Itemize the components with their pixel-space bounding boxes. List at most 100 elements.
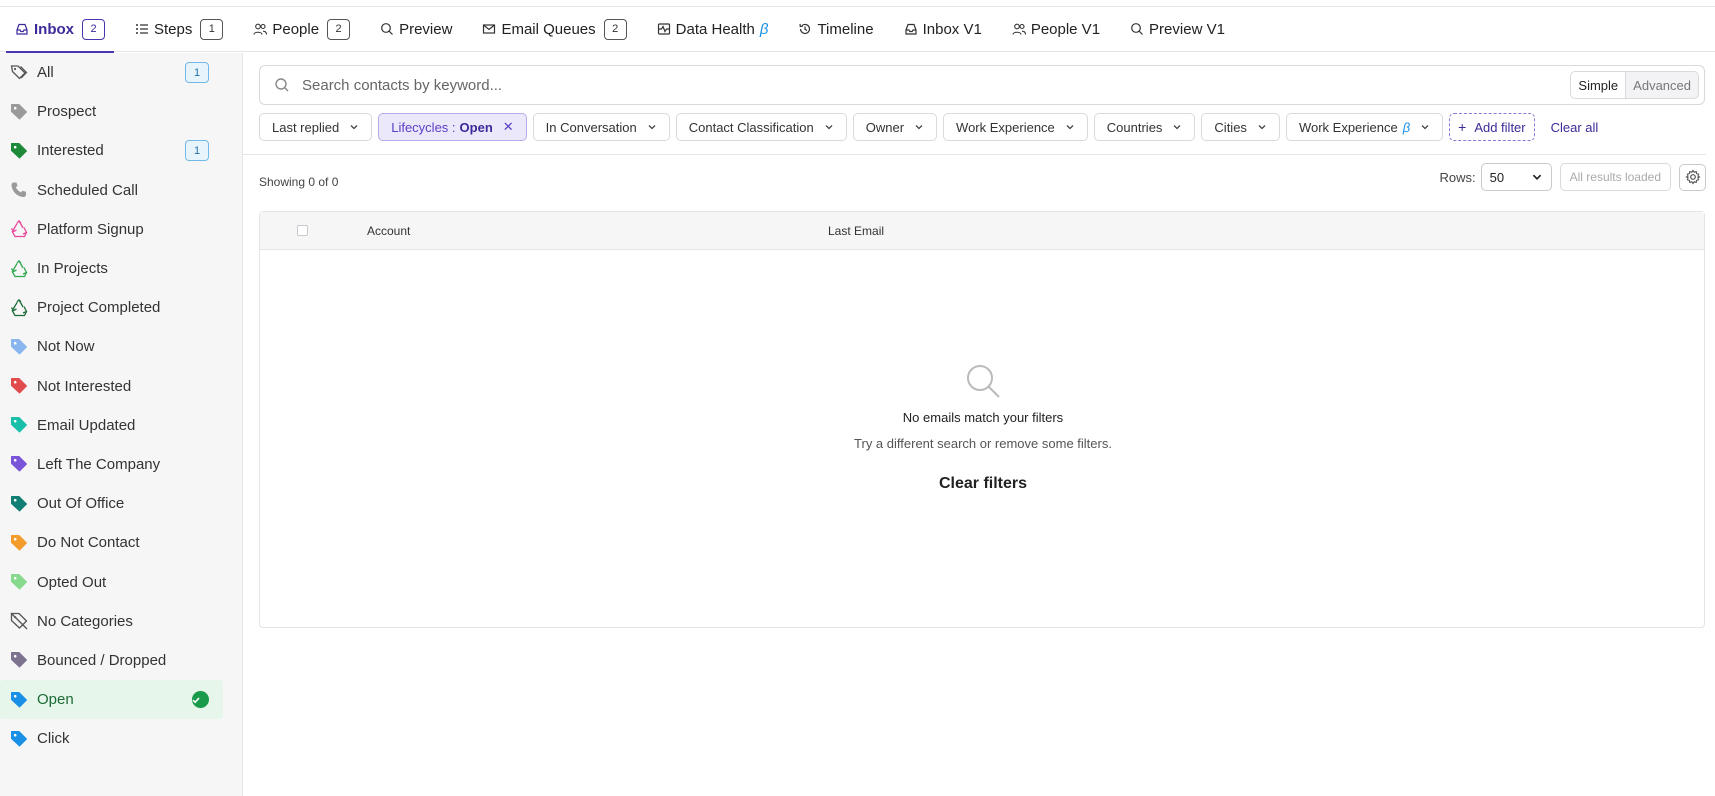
tab-label: Preview: [399, 20, 453, 38]
chevron-down-icon: [1066, 125, 1074, 130]
table-settings-button[interactable]: [1679, 163, 1706, 191]
sidebar-item-project-completed[interactable]: Project Completed: [0, 288, 223, 327]
column-header-account[interactable]: Account: [367, 224, 410, 238]
sidebar-item-do-not-contact[interactable]: Do Not Contact: [0, 523, 223, 562]
search-icon: [1131, 23, 1143, 35]
add-filter-button[interactable]: + Add filter: [1449, 113, 1535, 141]
remove-filter-icon[interactable]: ✕: [503, 119, 514, 135]
tab-inbox[interactable]: Inbox 2: [6, 7, 114, 53]
mail-icon: [483, 24, 496, 34]
tab-label: Email Queues: [501, 20, 596, 38]
sidebar-item-label: Scheduled Call: [37, 181, 138, 199]
advanced-mode-button[interactable]: Advanced: [1626, 72, 1698, 98]
select-all-checkbox[interactable]: [297, 225, 308, 236]
sidebar-item-no-categories[interactable]: No Categories: [0, 602, 223, 641]
sidebar-item-label: All: [37, 64, 54, 82]
chevron-down-icon: [1173, 125, 1181, 130]
sidebar-item-not-now[interactable]: Not Now: [0, 327, 223, 366]
tab-label: Timeline: [817, 20, 874, 38]
column-header-last-email[interactable]: Last Email: [828, 224, 884, 238]
tab-label: Preview V1: [1149, 20, 1225, 38]
filter-cities[interactable]: Cities: [1201, 113, 1280, 141]
tab-timeline[interactable]: Timeline: [789, 7, 882, 52]
recycle-icon: [10, 259, 28, 277]
sidebar-item-all[interactable]: All 1: [0, 53, 223, 92]
filter-label: Last replied: [272, 119, 340, 135]
beta-badge: β: [1402, 119, 1411, 135]
tab-label: Inbox V1: [922, 20, 982, 38]
sidebar-item-label: Do Not Contact: [37, 534, 140, 552]
tab-people-v1[interactable]: People V1: [1003, 7, 1109, 52]
add-filter-label: Add filter: [1474, 119, 1526, 135]
sidebar-item-interested[interactable]: Interested 1: [0, 131, 223, 170]
sidebar-item-not-interested[interactable]: Not Interested: [0, 367, 223, 406]
filter-countries[interactable]: Countries: [1093, 113, 1196, 141]
sidebar-item-platform-signup[interactable]: Platform Signup: [0, 210, 223, 249]
people-icon: [253, 23, 268, 35]
sidebar-item-in-projects[interactable]: In Projects: [0, 249, 223, 288]
sidebar-item-label: Prospect: [37, 103, 97, 121]
tab-data-health[interactable]: Data Health β: [648, 7, 778, 52]
tag-icon: [11, 534, 27, 551]
tags-icon: [10, 64, 28, 80]
chevron-down-icon: [915, 125, 923, 130]
tab-label: Inbox: [34, 20, 74, 38]
tag-icon: [11, 378, 27, 394]
filter-lifecycle[interactable]: Lifecycles : Open ✕: [378, 113, 527, 141]
tab-label: People: [272, 20, 320, 38]
all-results-loaded-button: All results loaded: [1559, 163, 1671, 191]
rows-per-page-select[interactable]: 50: [1480, 163, 1552, 191]
simple-mode-button[interactable]: Simple: [1571, 72, 1627, 98]
sidebar-item-bounced-dropped[interactable]: Bounced / Dropped: [0, 641, 223, 680]
tag-off-icon: [10, 612, 28, 630]
clear-all-link[interactable]: Clear all: [1551, 120, 1599, 135]
sidebar-item-label: Open: [37, 691, 74, 709]
filter-label: Lifecycles :: [391, 119, 456, 135]
tag-icon: [11, 338, 27, 355]
filter-label: Work Experience: [956, 119, 1055, 135]
tag-icon: [11, 574, 27, 590]
sidebar-item-prospect[interactable]: Prospect: [0, 92, 223, 131]
table-header: Account Last Email: [260, 212, 1704, 250]
filter-last-replied[interactable]: Last replied: [259, 113, 373, 141]
sidebar-item-click[interactable]: Click: [0, 719, 223, 758]
tab-people[interactable]: People 2: [244, 7, 359, 52]
sidebar-item-label: Platform Signup: [37, 220, 144, 238]
tab-preview[interactable]: Preview: [371, 7, 461, 52]
filter-work-experience[interactable]: Work Experience: [943, 113, 1088, 141]
tab-email-queues[interactable]: Email Queues 2: [473, 7, 635, 52]
rows-value: 50: [1489, 169, 1505, 185]
sidebar-item-label: Left The Company: [37, 455, 161, 473]
results-table: Account Last Email No emails match your …: [259, 211, 1705, 628]
empty-title: No emails match your filters: [902, 410, 1064, 425]
results-count: Showing 0 of 0: [259, 175, 339, 189]
health-icon: [657, 23, 670, 35]
recycle-icon: [10, 220, 28, 238]
search-input[interactable]: [302, 76, 1571, 94]
filter-in-conversation[interactable]: In Conversation: [532, 113, 670, 141]
sidebar-item-scheduled-call[interactable]: Scheduled Call: [0, 171, 223, 210]
plus-icon: +: [1458, 119, 1467, 135]
sidebar-item-open[interactable]: Open: [0, 680, 223, 720]
tab-count-badge: 2: [603, 18, 627, 40]
tab-inbox-v1[interactable]: Inbox V1: [895, 7, 991, 52]
sidebar-item-out-of-office[interactable]: Out Of Office: [0, 484, 223, 523]
tab-preview-v1[interactable]: Preview V1: [1121, 7, 1234, 52]
filter-owner[interactable]: Owner: [852, 113, 938, 141]
filter-label: In Conversation: [545, 119, 637, 135]
clear-filters-button[interactable]: Clear filters: [939, 475, 1027, 493]
tab-label: Steps: [154, 20, 193, 38]
tab-label: People V1: [1030, 20, 1101, 38]
tag-icon: [11, 691, 27, 708]
filter-contact-classification[interactable]: Contact Classification: [675, 113, 847, 141]
tag-icon: [11, 652, 27, 668]
sidebar-item-left-the-company[interactable]: Left The Company: [0, 445, 223, 484]
chevron-down-icon: [1421, 125, 1429, 130]
tab-steps[interactable]: Steps 1: [126, 7, 232, 52]
empty-state: No emails match your filters Try a diffe…: [260, 362, 1706, 493]
sidebar-item-email-updated[interactable]: Email Updated: [0, 406, 223, 445]
sidebar-item-opted-out[interactable]: Opted Out: [0, 562, 223, 601]
filter-work-experience-beta[interactable]: Work Experience β: [1285, 113, 1444, 141]
filter-label: Cities: [1214, 119, 1247, 135]
people-icon: [1012, 23, 1026, 35]
